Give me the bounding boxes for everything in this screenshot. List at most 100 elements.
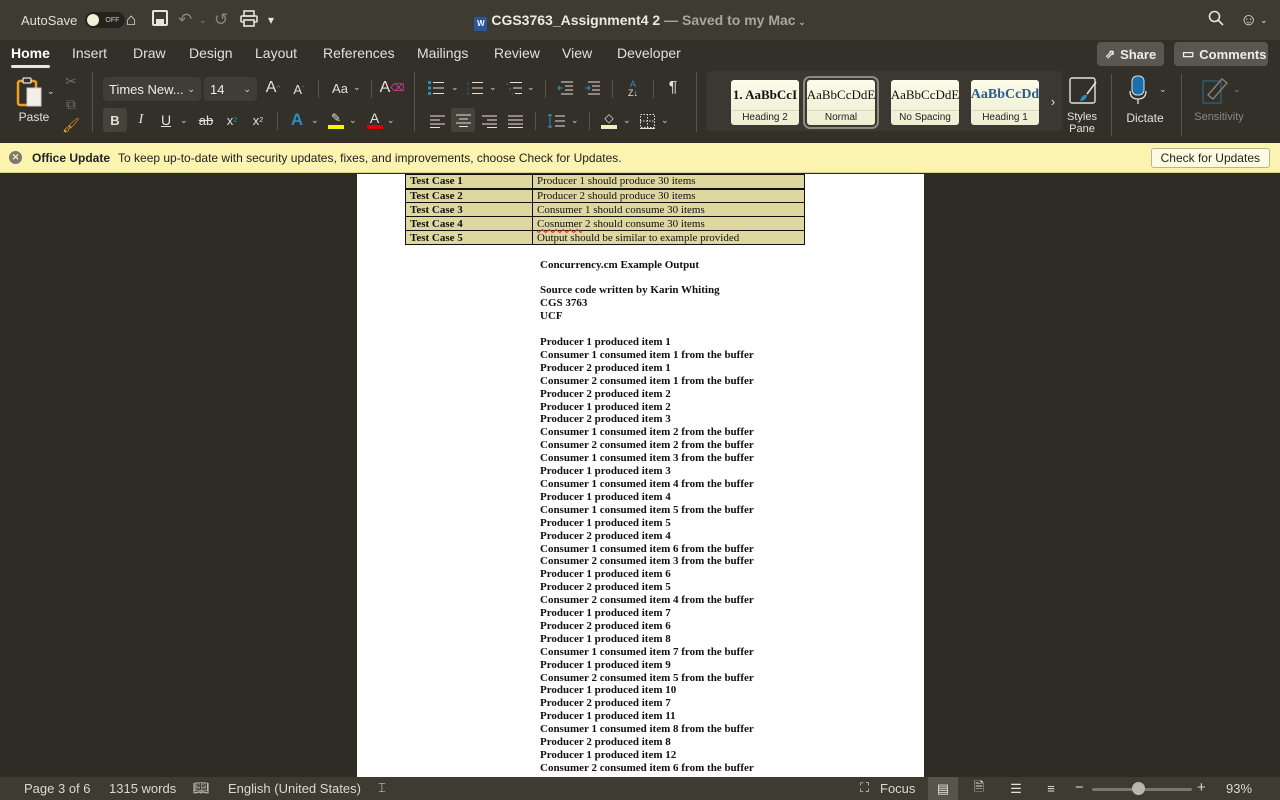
tab-insert[interactable]: Insert xyxy=(72,45,107,61)
multilevel-list-icon[interactable]: 1ai xyxy=(505,79,523,97)
increase-font-size-icon[interactable]: A ^ xyxy=(263,78,283,98)
share-button[interactable]: ⇗ Share xyxy=(1097,42,1164,66)
line-spacing-icon[interactable] xyxy=(546,112,566,130)
language-indicator[interactable]: English (United States) xyxy=(228,781,361,796)
dictate-chevron-icon[interactable]: ⌄ xyxy=(1159,84,1167,95)
bullets-icon[interactable] xyxy=(427,79,445,97)
comments-button[interactable]: ▭ Comments xyxy=(1174,42,1268,66)
check-for-updates-button[interactable]: Check for Updates xyxy=(1150,148,1270,168)
numbering-icon[interactable]: 123 xyxy=(466,79,484,97)
table-row: Test Case 1 Producer 1 should produce 30… xyxy=(405,174,805,190)
output-line: Producer 2 produced item 2 xyxy=(540,387,671,400)
text-effects-icon[interactable]: A xyxy=(288,110,306,130)
close-icon[interactable]: ✕ xyxy=(9,151,22,164)
decrease-font-size-icon[interactable]: Aˇ xyxy=(290,80,308,98)
outline-view-icon[interactable]: ☰ xyxy=(1001,777,1031,800)
text-effects-chevron-icon[interactable]: ⌄ xyxy=(311,115,319,126)
superscript-button[interactable]: x2 xyxy=(250,111,266,129)
tab-mailings[interactable]: Mailings xyxy=(417,45,468,61)
style-heading-1[interactable]: AaBbCcDd Heading 1 xyxy=(971,80,1039,125)
print-layout-view-icon[interactable]: ▤ xyxy=(928,777,958,800)
highlight-chevron-icon[interactable]: ⌄ xyxy=(349,115,357,126)
misspelled-word[interactable]: Cosnumer xyxy=(537,218,582,230)
paste-dropdown-chevron-icon[interactable]: ⌄ xyxy=(47,86,55,97)
focus-icon[interactable]: ⛶ xyxy=(860,780,869,796)
output-line: Producer 2 produced item 7 xyxy=(540,697,671,710)
font-size-dropdown[interactable]: 14 ⌄ xyxy=(204,77,257,101)
chevron-down-icon: ⌄ xyxy=(243,83,251,94)
align-center-button[interactable] xyxy=(451,108,475,132)
style-heading-2[interactable]: 1. AaBbCcI Heading 2 xyxy=(731,80,799,125)
saved-status[interactable]: — Saved to my Mac xyxy=(664,12,796,28)
borders-chevron-icon[interactable]: ⌄ xyxy=(661,115,669,126)
word-count[interactable]: 1315 words xyxy=(109,781,176,796)
tab-draw[interactable]: Draw xyxy=(133,45,166,61)
search-icon[interactable] xyxy=(1208,10,1224,32)
paste-button[interactable] xyxy=(16,76,46,108)
test-case-description: Producer 2 should produce 30 items xyxy=(532,188,805,203)
underline-button[interactable]: U xyxy=(158,111,174,129)
multilevel-chevron-icon[interactable]: ⌄ xyxy=(527,82,535,93)
format-painter-icon[interactable]: 🖌 xyxy=(62,116,80,134)
styles-pane-button[interactable] xyxy=(1068,76,1098,106)
dictate-button[interactable] xyxy=(1128,74,1148,106)
document-canvas[interactable]: Test Case 1 Producer 1 should produce 30… xyxy=(0,174,1280,777)
zoom-level[interactable]: 93% xyxy=(1226,781,1252,796)
tab-home[interactable]: Home xyxy=(11,45,50,68)
decrease-indent-icon[interactable] xyxy=(556,79,574,97)
proofing-icon[interactable]: 📖︎ xyxy=(193,780,210,796)
zoom-in-icon[interactable]: + xyxy=(1197,779,1206,796)
web-layout-view-icon[interactable]: 🗎︎ xyxy=(964,777,994,800)
feedback-smiley-icon[interactable]: ☺ xyxy=(1240,10,1257,30)
tab-developer[interactable]: Developer xyxy=(617,45,681,61)
focus-button[interactable]: Focus xyxy=(880,781,915,796)
tab-design[interactable]: Design xyxy=(189,45,233,61)
svg-text:i: i xyxy=(512,91,513,95)
sensitivity-chevron-icon[interactable]: ⌄ xyxy=(1233,84,1241,95)
underline-chevron-icon[interactable]: ⌄ xyxy=(180,115,188,126)
shading-chevron-icon[interactable]: ⌄ xyxy=(623,115,631,126)
style-no-spacing[interactable]: AaBbCcDdE No Spacing xyxy=(891,80,959,125)
borders-icon[interactable] xyxy=(638,112,656,130)
bullets-chevron-icon[interactable]: ⌄ xyxy=(451,82,459,93)
zoom-out-icon[interactable]: − xyxy=(1075,779,1084,796)
font-color-button[interactable]: A xyxy=(366,110,383,130)
tab-view[interactable]: View xyxy=(562,45,592,61)
font-name-dropdown[interactable]: Times New... ⌄ xyxy=(103,77,201,101)
saved-status-chevron-icon[interactable]: ⌄ xyxy=(796,17,806,27)
align-right-icon[interactable] xyxy=(480,112,498,130)
zoom-slider-handle[interactable] xyxy=(1132,782,1145,795)
styles-more-chevron-icon[interactable]: › xyxy=(1048,93,1058,109)
highlight-color-button[interactable]: ✎ xyxy=(327,110,345,130)
show-formatting-marks-icon[interactable]: ¶ xyxy=(664,79,682,97)
copy-icon[interactable]: ⧉ xyxy=(62,95,80,113)
align-left-icon[interactable] xyxy=(428,112,446,130)
style-normal[interactable]: AaBbCcDdE Normal xyxy=(803,76,879,129)
page-indicator[interactable]: Page 3 of 6 xyxy=(24,781,91,796)
change-case-button[interactable]: Aa xyxy=(329,79,351,97)
document-page[interactable]: Test Case 1 Producer 1 should produce 30… xyxy=(357,174,924,777)
change-case-chevron-icon[interactable]: ⌄ xyxy=(353,82,361,93)
justify-icon[interactable] xyxy=(506,112,524,130)
italic-button[interactable]: I xyxy=(133,111,149,129)
subscript-button[interactable]: x2 xyxy=(224,111,240,129)
feedback-chevron-icon[interactable]: ⌄ xyxy=(1260,10,1268,30)
line-spacing-chevron-icon[interactable]: ⌄ xyxy=(571,115,579,126)
accessibility-icon[interactable]: ⌶ xyxy=(378,780,386,796)
strikethrough-button[interactable]: ab xyxy=(196,111,216,129)
shading-button[interactable]: ◇ xyxy=(600,110,618,130)
cut-icon[interactable]: ✂ xyxy=(62,72,80,90)
sensitivity-button[interactable] xyxy=(1199,74,1231,106)
tab-references[interactable]: References xyxy=(323,45,395,61)
bold-button[interactable]: B xyxy=(103,108,127,132)
document-title: W CGS3763_Assignment4 2 — Saved to my Mac… xyxy=(0,12,1280,31)
tab-review[interactable]: Review xyxy=(494,45,540,61)
increase-indent-icon[interactable] xyxy=(583,79,601,97)
clear-formatting-icon[interactable]: A ⌫ xyxy=(380,78,405,98)
sort-icon[interactable]: A Z↓ xyxy=(623,78,643,100)
font-color-chevron-icon[interactable]: ⌄ xyxy=(387,115,395,126)
tab-layout[interactable]: Layout xyxy=(255,45,297,61)
output-line: Consumer 1 consumed item 2 from the buff… xyxy=(540,426,754,439)
numbering-chevron-icon[interactable]: ⌄ xyxy=(489,82,497,93)
draft-view-icon[interactable]: ≡ xyxy=(1036,777,1066,800)
